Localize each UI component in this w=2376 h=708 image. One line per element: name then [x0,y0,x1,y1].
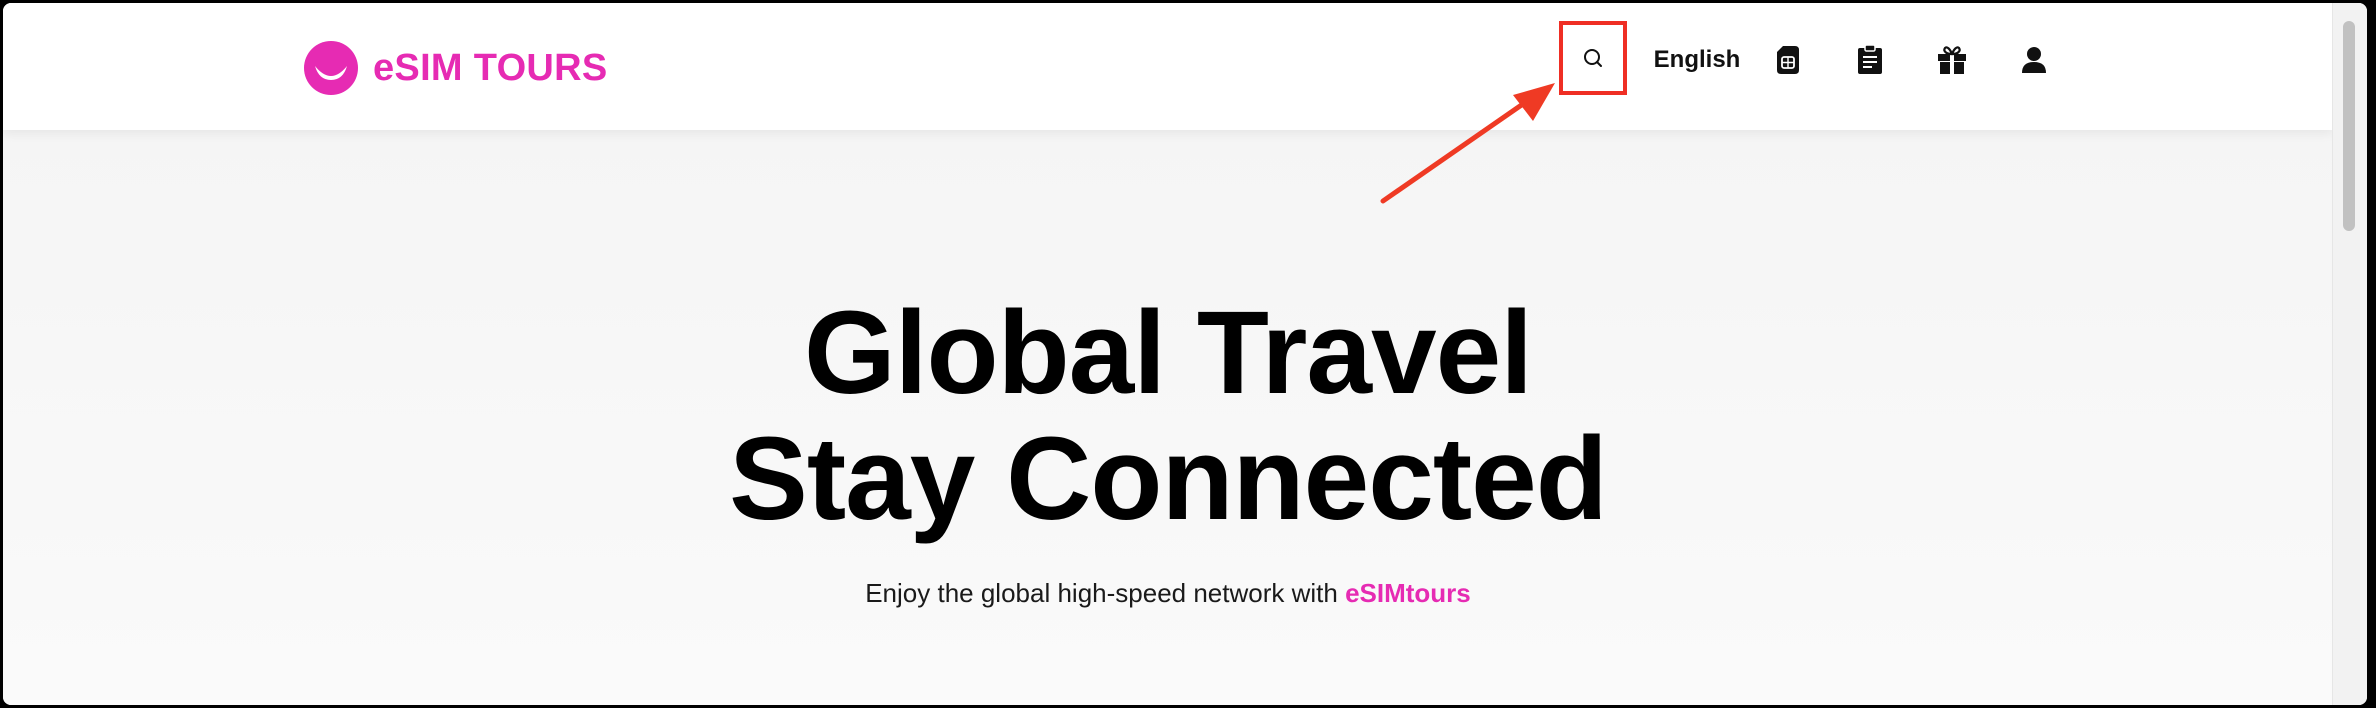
hero-subtitle-brand: eSIMtours [1345,578,1471,608]
hero-title-line-1: Global Travel [803,287,1533,419]
hero-title: Global Travel Stay Connected [3,290,2333,542]
user-icon [2022,47,2046,73]
hero-section: Global Travel Stay Connected Enjoy the g… [3,130,2333,705]
search-button[interactable] [1559,21,1627,95]
language-selector[interactable]: English [1647,21,1747,99]
logo-text: eSIM TOURS [373,47,608,89]
search-icon [1584,49,1602,67]
site-header: eSIM TOURS English [3,3,2333,130]
sim-card-icon [1777,46,1799,74]
scrollbar-thumb[interactable] [2343,21,2355,231]
orders-button[interactable] [1845,21,1895,99]
hero-subtitle: Enjoy the global high-speed network with… [3,578,2333,609]
logo-link[interactable]: eSIM TOURS [303,39,608,97]
gift-icon [1938,46,1966,74]
hero-subtitle-text: Enjoy the global high-speed network with [865,578,1338,608]
smile-logo-icon [304,41,358,95]
vertical-scrollbar[interactable] [2332,3,2367,705]
hero-title-line-2: Stay Connected [729,413,1608,545]
browser-frame: eSIM TOURS English Global Travel Stay Co… [3,3,2367,705]
clipboard-icon [1858,45,1882,74]
esim-button[interactable] [1763,21,1813,99]
account-button[interactable] [2009,21,2059,99]
rewards-button[interactable] [1927,21,1977,99]
